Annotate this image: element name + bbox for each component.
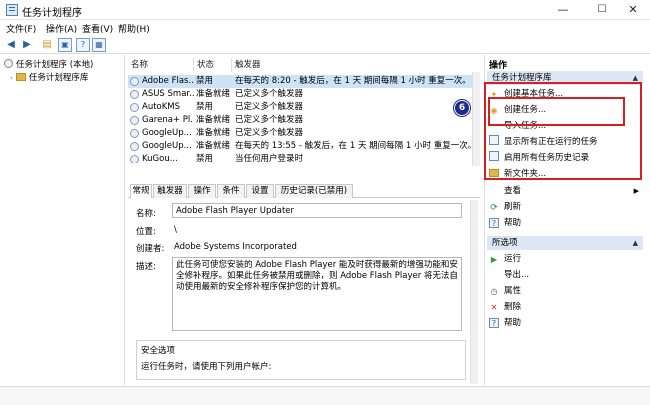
menu-file[interactable]: 文件(F) bbox=[6, 22, 36, 35]
actions-header: 操作 bbox=[489, 61, 508, 71]
menu-action[interactable]: 操作(A) bbox=[46, 22, 77, 35]
task-name-field[interactable]: Adobe Flash Player Updater bbox=[172, 203, 462, 218]
table-row[interactable]: GoogleUp... 准备就绪 已定义多个触发器 bbox=[128, 127, 473, 140]
column-status[interactable]: 状态 bbox=[194, 58, 232, 72]
section-selected-item[interactable]: 所选项 ▲ bbox=[487, 236, 643, 250]
back-arrow-icon[interactable]: ◀ bbox=[4, 38, 18, 52]
delete-icon: ✕ bbox=[490, 303, 498, 312]
tree-task-library[interactable]: › 任务计划程序库 bbox=[10, 71, 88, 83]
table-row[interactable]: AutoKMS 禁用 已定义多个触发器 bbox=[128, 101, 473, 114]
column-name[interactable]: 名称 bbox=[128, 58, 194, 72]
window-title: 任务计划程序 bbox=[22, 8, 82, 19]
task-scheduler-icon bbox=[6, 4, 18, 16]
column-trigger[interactable]: 触发器 bbox=[232, 58, 472, 72]
menu-bar: 文件(F) 操作(A) 查看(V) 帮助(H) bbox=[0, 20, 650, 36]
tab-actions[interactable]: 操作 bbox=[188, 184, 216, 198]
table-row[interactable]: ASUS Smar... 准备就绪 已定义多个触发器 bbox=[128, 88, 473, 101]
export-icon bbox=[489, 268, 499, 278]
title-bar: 任务计划程序 — ☐ ✕ bbox=[0, 0, 650, 20]
status-bar bbox=[0, 386, 650, 405]
task-list: 名称 状态 触发器 Adobe Flas... 禁用 在每天的 8:20 - 触… bbox=[128, 58, 480, 166]
run-icon: ▶ bbox=[490, 255, 498, 264]
name-label: 名称: bbox=[136, 209, 156, 219]
tab-conditions[interactable]: 条件 bbox=[217, 184, 245, 198]
location-label: 位置: bbox=[136, 227, 156, 237]
help-icon[interactable]: ? bbox=[76, 38, 90, 52]
task-icon bbox=[130, 155, 139, 163]
tab-settings[interactable]: 设置 bbox=[246, 184, 274, 198]
table-row[interactable]: KuGou... 禁用 当任何用户登录时 bbox=[128, 153, 473, 163]
task-icon bbox=[130, 77, 139, 86]
highlight-task-library-actions bbox=[484, 82, 642, 180]
task-icon bbox=[130, 129, 139, 138]
view-icon bbox=[489, 184, 499, 194]
action-export[interactable]: 导出... bbox=[489, 268, 641, 282]
run-as-label: 运行任务时，请使用下列用户帐户: bbox=[141, 362, 272, 372]
task-icon bbox=[130, 142, 139, 151]
action-properties[interactable]: ◷ 属性 bbox=[489, 284, 641, 298]
tab-triggers[interactable]: 触发器 bbox=[153, 184, 187, 198]
properties-icon: ◷ bbox=[490, 287, 498, 296]
task-icon bbox=[130, 90, 139, 99]
refresh-icon: ⟳ bbox=[490, 203, 498, 213]
tab-general[interactable]: 常规 bbox=[130, 184, 152, 199]
security-options-group: 安全选项 运行任务时，请使用下列用户帐户: bbox=[136, 340, 466, 380]
tab-history[interactable]: 历史记录(已禁用) bbox=[275, 184, 353, 198]
author-label: 创建者: bbox=[136, 244, 165, 254]
detail-tabs: 常规 触发器 操作 条件 设置 历史记录(已禁用) bbox=[128, 183, 480, 199]
task-author: Adobe Systems Incorporated bbox=[174, 242, 297, 252]
task-icon bbox=[130, 103, 139, 112]
action-help[interactable]: ? 帮助 bbox=[489, 216, 641, 230]
forward-arrow-icon[interactable]: ▶ bbox=[20, 38, 34, 52]
detail-scrollbar[interactable] bbox=[470, 200, 478, 384]
action-delete[interactable]: ✕ 删除 bbox=[489, 300, 641, 314]
help-icon: ? bbox=[489, 218, 499, 228]
task-location: \ bbox=[174, 225, 177, 235]
task-list-scrollbar[interactable] bbox=[472, 72, 480, 166]
action-run[interactable]: ▶ 运行 bbox=[489, 252, 641, 266]
folder-icon bbox=[15, 73, 26, 81]
menu-help[interactable]: 帮助(H) bbox=[118, 22, 150, 35]
collapse-caret-icon[interactable]: ▲ bbox=[633, 236, 638, 250]
expand-chevron-icon[interactable]: › bbox=[10, 74, 13, 82]
folder-up-icon[interactable]: ▤ bbox=[40, 38, 54, 52]
security-options-header: 安全选项 bbox=[141, 346, 176, 356]
table-row[interactable]: Adobe Flas... 禁用 在每天的 8:20 - 触发后，在 1 天 期… bbox=[128, 75, 473, 88]
action-view[interactable]: 查看 ▶ bbox=[489, 184, 641, 198]
close-button[interactable]: ✕ bbox=[616, 0, 650, 20]
help-icon: ? bbox=[489, 318, 499, 328]
show-hide-action-pane-icon[interactable]: ▦ bbox=[92, 38, 106, 52]
navigation-tree: 任务计划程序 (本地) › 任务计划程序库 bbox=[0, 55, 125, 385]
table-row[interactable]: Garena+ Pl... 准备就绪 已定义多个触发器 bbox=[128, 114, 473, 127]
action-help-selected[interactable]: ? 帮助 bbox=[489, 316, 641, 330]
task-description-field[interactable]: 此任务可使您安装的 Adobe Flash Player 能及时获得最新的增强功… bbox=[172, 257, 462, 331]
description-label: 描述: bbox=[136, 262, 156, 272]
tree-root[interactable]: 任务计划程序 (本地) bbox=[4, 58, 93, 70]
action-refresh[interactable]: ⟳ 刷新 bbox=[489, 200, 641, 214]
toolbar: ◀ ▶ ▤ ▣ ? ▦ bbox=[0, 36, 650, 54]
menu-view[interactable]: 查看(V) bbox=[82, 22, 113, 35]
minimize-button[interactable]: — bbox=[546, 0, 580, 20]
task-icon bbox=[130, 116, 139, 125]
submenu-arrow-icon: ▶ bbox=[633, 187, 639, 195]
maximize-button[interactable]: ☐ bbox=[585, 0, 619, 20]
task-detail-pane: 名称: Adobe Flash Player Updater 位置: \ 创建者… bbox=[128, 198, 480, 386]
clock-icon bbox=[4, 59, 13, 68]
step-badge: 6 bbox=[454, 100, 470, 116]
table-row[interactable]: GoogleUp... 准备就绪 在每天的 13:55 - 触发后，在 1 天 … bbox=[128, 140, 473, 153]
show-hide-console-icon[interactable]: ▣ bbox=[58, 38, 72, 52]
